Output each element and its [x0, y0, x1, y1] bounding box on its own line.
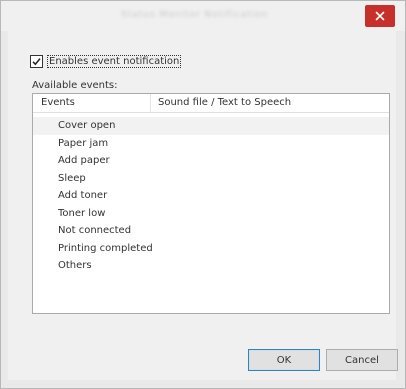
enable-notification-option[interactable]: Enables event notification — [30, 53, 182, 69]
event-name: Cover open — [58, 120, 116, 131]
event-name: Paper jam — [58, 137, 109, 149]
list-item[interactable]: Add paper — [33, 152, 389, 170]
listview-header: Events Sound file / Text to Speech — [33, 94, 389, 113]
list-item[interactable]: Paper jam — [33, 135, 389, 153]
available-events-label: Available events: — [32, 80, 118, 91]
close-icon — [375, 11, 385, 21]
list-item[interactable]: Toner low — [33, 205, 389, 223]
event-name: Add toner — [58, 190, 108, 201]
cancel-button[interactable]: Cancel — [326, 349, 398, 371]
close-button[interactable] — [365, 5, 395, 27]
column-header-sound[interactable]: Sound file / Text to Speech — [158, 94, 291, 112]
checkmark-icon — [32, 57, 41, 66]
ok-button[interactable]: OK — [248, 349, 320, 371]
enable-notification-checkbox[interactable] — [30, 54, 43, 68]
list-item[interactable]: Not connected — [33, 222, 389, 240]
event-name: Toner low — [58, 207, 106, 219]
event-name: Printing completed — [58, 242, 153, 254]
events-listview[interactable]: Events Sound file / Text to Speech Cover… — [32, 93, 390, 314]
window-title: Status Monitor Notification — [121, 10, 269, 20]
list-item[interactable]: Sleep — [33, 170, 389, 188]
event-name: Sleep — [58, 172, 86, 184]
list-item[interactable]: Add toner — [33, 187, 389, 205]
event-name: Add paper — [58, 155, 110, 166]
listview-rows: Cover open Paper jam Add paper Sleep Add… — [33, 117, 389, 275]
list-item[interactable]: Printing completed — [33, 240, 389, 258]
title-bar[interactable]: Status Monitor Notification — [1, 1, 405, 31]
enable-notification-label[interactable]: Enables event notification — [47, 54, 182, 68]
list-item[interactable]: Others — [33, 257, 389, 275]
event-name: Not connected — [58, 225, 132, 236]
column-header-events[interactable]: Events — [41, 94, 75, 112]
column-divider[interactable] — [150, 94, 151, 112]
list-item[interactable]: Cover open — [33, 117, 389, 135]
event-name: Others — [58, 260, 92, 271]
